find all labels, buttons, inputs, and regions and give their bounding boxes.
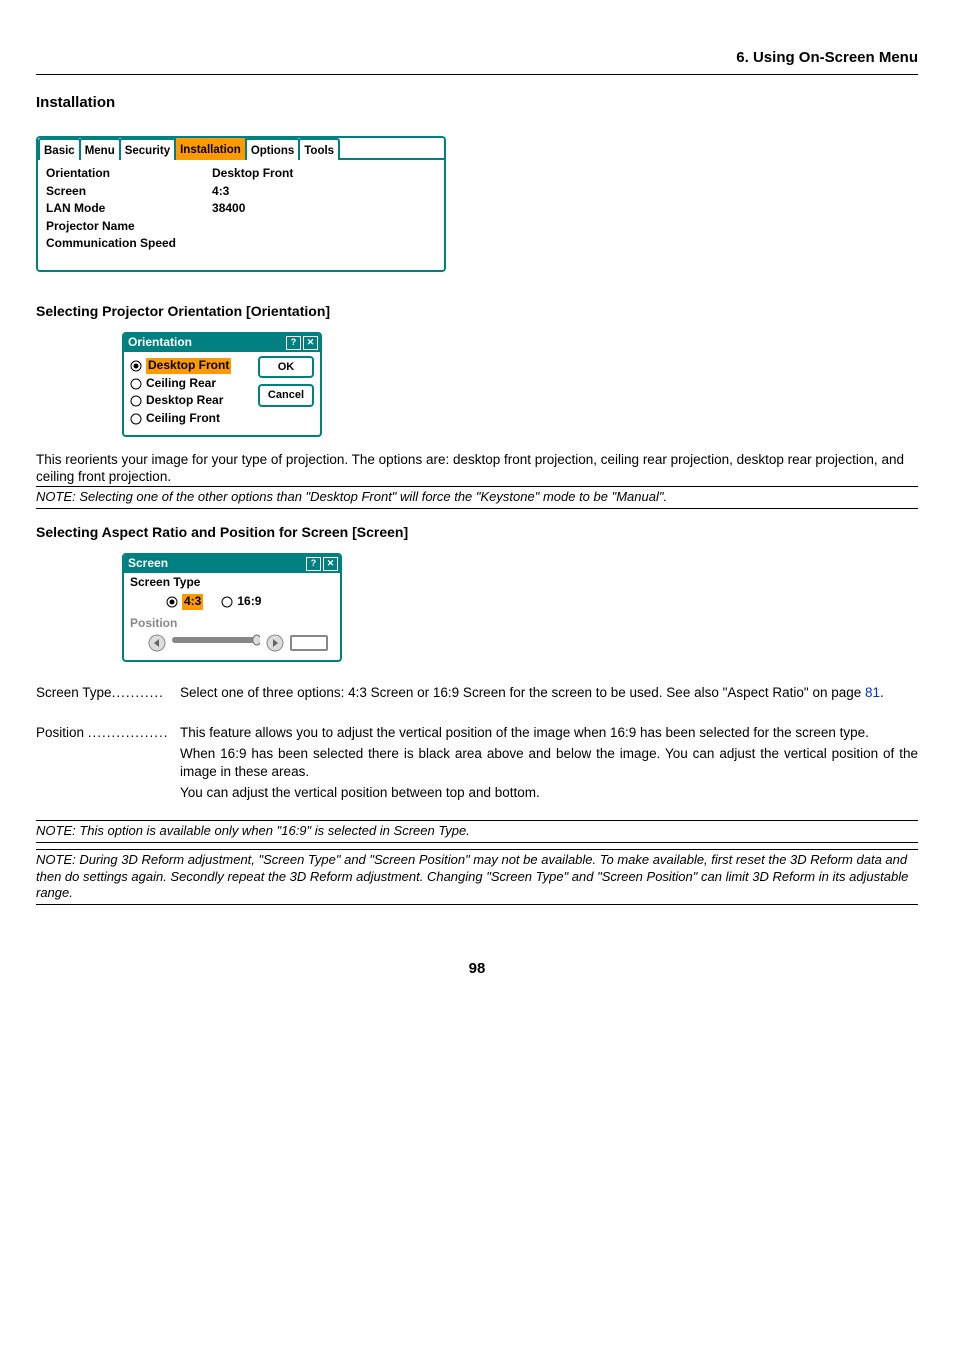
page-number: 98 — [36, 959, 918, 979]
tab-strip: Basic Menu Security Installation Options… — [38, 138, 444, 160]
value-screen: 4:3 — [212, 184, 293, 200]
radio-ceiling-front[interactable]: Ceiling Front — [130, 411, 258, 427]
screen-type-label: Screen Type — [130, 575, 334, 591]
radio-ceiling-rear[interactable]: Ceiling Rear — [130, 376, 258, 392]
installation-values: Desktop Front 4:3 38400 — [212, 166, 293, 254]
radio-icon-selected — [166, 596, 178, 608]
close-icon[interactable]: ✕ — [303, 336, 318, 350]
orientation-description: This reorients your image for your type … — [36, 451, 918, 486]
label-comm-speed[interactable]: Communication Speed — [46, 236, 176, 252]
help-icon[interactable]: ? — [306, 557, 321, 571]
label-desktop-rear: Desktop Rear — [146, 393, 223, 409]
radio-icon — [221, 596, 233, 608]
position-slider — [130, 633, 334, 652]
def-position: Position ................. This feature … — [36, 724, 918, 806]
ok-button[interactable]: OK — [258, 356, 314, 378]
orientation-title: Orientation — [128, 335, 284, 351]
chapter-heading: 6. Using On-Screen Menu — [36, 48, 918, 68]
radio-desktop-front[interactable]: Desktop Front — [130, 358, 258, 374]
def-screen-type: Screen Type........... Select one of thr… — [36, 684, 918, 702]
term-text: Screen Type — [36, 685, 112, 700]
radio-icon — [130, 413, 142, 425]
tab-tools[interactable]: Tools — [298, 138, 340, 160]
tab-options[interactable]: Options — [245, 138, 300, 160]
installation-window: Basic Menu Security Installation Options… — [36, 136, 446, 272]
def-position-term: Position ................. — [36, 724, 180, 806]
body-post: . — [880, 685, 884, 700]
orientation-dialog: Orientation ? ✕ Desktop Front Ceiling Re… — [122, 332, 322, 436]
close-icon[interactable]: ✕ — [323, 557, 338, 571]
orientation-body: Desktop Front Ceiling Rear Desktop Rear … — [124, 352, 320, 434]
label-4-3: 4:3 — [182, 594, 203, 610]
screen-title-bar: Screen ? ✕ — [124, 555, 340, 573]
installation-heading: Installation — [36, 93, 918, 113]
radio-4-3[interactable]: 4:3 — [166, 594, 203, 610]
label-lan-mode[interactable]: LAN Mode — [46, 201, 176, 217]
position-p2: When 16:9 has been selected there is bla… — [180, 745, 918, 780]
position-p3: You can adjust the vertical position bet… — [180, 784, 918, 802]
note-3d-reform: NOTE: During 3D Reform adjustment, "Scre… — [36, 850, 918, 905]
term-text: Position — [36, 725, 84, 740]
label-16-9: 16:9 — [237, 594, 261, 610]
orientation-title-bar: Orientation ? ✕ — [124, 334, 320, 352]
slider-track[interactable] — [172, 633, 260, 652]
installation-labels: Orientation Screen LAN Mode Projector Na… — [46, 166, 176, 254]
slider-right-icon[interactable] — [266, 634, 284, 652]
note-16-9: NOTE: This option is available only when… — [36, 821, 918, 842]
cancel-button[interactable]: Cancel — [258, 384, 314, 406]
tab-menu[interactable]: Menu — [79, 138, 121, 160]
value-comm-speed: 38400 — [212, 201, 293, 217]
radio-icon — [130, 395, 142, 407]
screen-title: Screen — [128, 556, 304, 572]
label-orientation[interactable]: Orientation — [46, 166, 176, 182]
screen-heading: Selecting Aspect Ratio and Position for … — [36, 523, 918, 541]
def-screen-type-term: Screen Type........... — [36, 684, 180, 702]
note-rule — [36, 508, 918, 509]
position-p1: This feature allows you to adjust the ve… — [180, 724, 918, 742]
radio-desktop-rear[interactable]: Desktop Rear — [130, 393, 258, 409]
tab-security[interactable]: Security — [119, 138, 176, 160]
radio-icon-selected — [130, 360, 142, 372]
label-ceiling-rear: Ceiling Rear — [146, 376, 216, 392]
page-link-81[interactable]: 81 — [865, 685, 880, 700]
def-position-body: This feature allows you to adjust the ve… — [180, 724, 918, 806]
dots: ................. — [88, 725, 169, 740]
screen-dialog: Screen ? ✕ Screen Type 4:3 16:9 Position — [122, 553, 342, 662]
installation-body: Orientation Screen LAN Mode Projector Na… — [38, 158, 444, 270]
body-pre: Select one of three options: 4:3 Screen … — [180, 685, 865, 700]
position-label: Position — [130, 616, 334, 632]
label-screen[interactable]: Screen — [46, 184, 176, 200]
orientation-buttons: OK Cancel — [258, 356, 314, 407]
chapter-rule — [36, 74, 918, 75]
label-ceiling-front: Ceiling Front — [146, 411, 220, 427]
dots: ........... — [112, 685, 164, 700]
screen-body: Screen Type 4:3 16:9 Position — [124, 573, 340, 660]
radio-icon — [130, 378, 142, 390]
orientation-heading: Selecting Projector Orientation [Orienta… — [36, 302, 918, 320]
tab-basic[interactable]: Basic — [38, 138, 81, 160]
position-value[interactable] — [290, 635, 328, 651]
note-keystone: NOTE: Selecting one of the other options… — [36, 487, 918, 508]
tab-installation[interactable]: Installation — [174, 136, 247, 160]
value-orientation: Desktop Front — [212, 166, 293, 182]
def-screen-type-body: Select one of three options: 4:3 Screen … — [180, 684, 918, 702]
label-desktop-front: Desktop Front — [146, 358, 231, 374]
orientation-options: Desktop Front Ceiling Rear Desktop Rear … — [130, 356, 258, 428]
screen-type-options: 4:3 16:9 — [166, 592, 334, 612]
label-projector-name[interactable]: Projector Name — [46, 219, 176, 235]
note-rule — [36, 904, 918, 905]
slider-left-icon[interactable] — [148, 634, 166, 652]
help-icon[interactable]: ? — [286, 336, 301, 350]
radio-16-9[interactable]: 16:9 — [221, 594, 261, 610]
